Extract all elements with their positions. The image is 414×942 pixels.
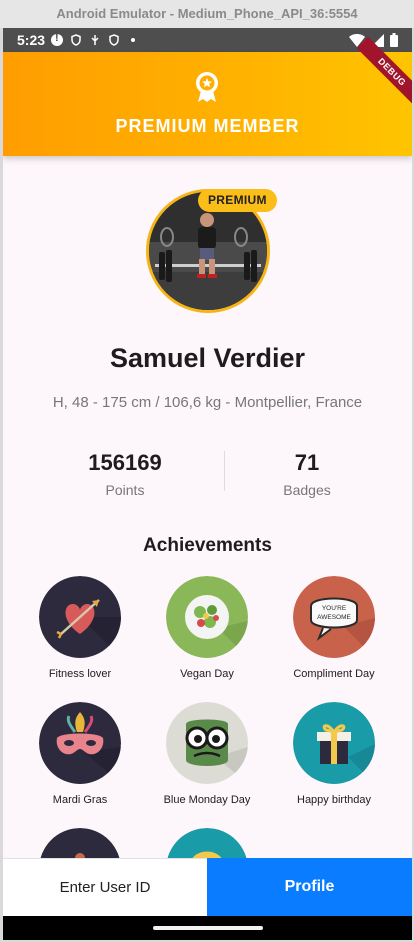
enter-user-id-button[interactable]: Enter User ID <box>3 858 207 916</box>
badge-icon <box>39 828 121 858</box>
shield-icon <box>71 34 81 46</box>
battery-icon <box>390 33 398 47</box>
badges-value: 71 <box>294 450 320 475</box>
gift-box-icon <box>293 702 375 784</box>
notification-dot-icon <box>131 38 136 42</box>
home-gesture-handle[interactable] <box>153 926 263 930</box>
alert-icon <box>51 32 64 46</box>
navigation-bar <box>3 916 412 940</box>
achievement-label: Happy birthday <box>297 794 371 806</box>
achievements-title: Achievements <box>143 535 272 556</box>
usb-icon <box>91 35 99 45</box>
achievement-blue-monday[interactable]: Blue Monday Day <box>144 702 270 806</box>
badge-icon <box>166 828 248 858</box>
phone-screen: 5:23 PREMIUM MEMBER DEBUG <box>3 28 412 940</box>
badges-label: Badges <box>283 482 331 498</box>
status-bar: 5:23 <box>3 28 412 52</box>
achievement-label: Compliment Day <box>293 668 375 680</box>
monster-eyes-icon <box>166 702 248 784</box>
window-title: Android Emulator - Medium_Phone_API_36:5… <box>0 0 414 28</box>
points-value: 156169 <box>88 450 162 475</box>
premium-title: PREMIUM MEMBER <box>115 116 300 136</box>
user-details: H, 48 - 175 cm / 106,6 kg - Montpellier,… <box>52 394 363 411</box>
achievement-fitness-lover[interactable]: Fitness lover <box>17 576 143 680</box>
achievement-partial[interactable] <box>144 828 270 858</box>
award-medal-icon <box>196 72 218 102</box>
achievement-label: Fitness lover <box>48 668 112 680</box>
svg-text:YOU'RE: YOU'RE <box>322 605 347 612</box>
carnival-mask-icon <box>39 702 121 784</box>
heart-arrow-icon <box>39 576 121 658</box>
achievement-label: Vegan Day <box>180 668 234 680</box>
achievement-happy-birthday[interactable]: Happy birthday <box>271 702 397 806</box>
achievement-label: Mardi Gras <box>52 794 108 806</box>
svg-text:AWESOME: AWESOME <box>317 614 351 621</box>
stats-divider <box>224 451 225 491</box>
premium-badge: PREMIUM <box>198 189 277 212</box>
points-label: Points <box>105 482 145 498</box>
profile-content[interactable]: PREMIUM Samuel Verdier H, 48 - 175 cm / … <box>3 156 412 858</box>
achievement-mardi-gras[interactable]: Mardi Gras <box>17 702 143 806</box>
user-name: Samuel Verdier <box>109 343 306 373</box>
achievement-compliment-day[interactable]: YOU'RE AWESOME Compliment Day <box>271 576 397 680</box>
emulator-window: Android Emulator - Medium_Phone_API_36:5… <box>0 0 414 942</box>
bottom-action-bar: Enter User ID Profile <box>3 858 412 916</box>
achievement-label: Blue Monday Day <box>163 794 251 806</box>
achievement-partial[interactable] <box>17 828 143 858</box>
shield-outline-icon <box>109 34 119 46</box>
speech-bubble-icon: YOU'RE AWESOME <box>293 576 375 658</box>
status-time: 5:23 <box>17 32 46 48</box>
achievement-vegan-day[interactable]: Vegan Day <box>144 576 270 680</box>
salad-bowl-icon <box>166 576 248 658</box>
premium-header: PREMIUM MEMBER DEBUG <box>3 36 412 156</box>
profile-button[interactable]: Profile <box>207 858 412 916</box>
